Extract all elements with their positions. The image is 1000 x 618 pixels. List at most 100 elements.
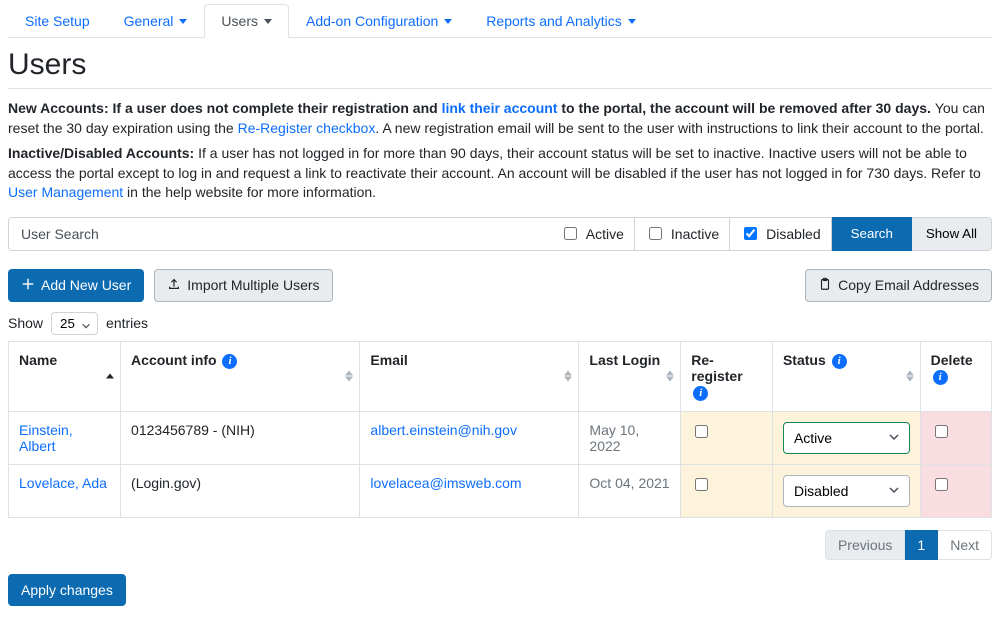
- pagination: Previous 1 Next: [8, 530, 992, 560]
- filter-active[interactable]: Active: [550, 217, 635, 251]
- copy-email-addresses-button[interactable]: Copy Email Addresses: [805, 269, 992, 302]
- info-icon[interactable]: i: [832, 354, 847, 369]
- text: If a user does not complete their regist…: [113, 100, 442, 116]
- col-status-header[interactable]: Status i: [772, 341, 920, 411]
- delete-checkbox[interactable]: [935, 478, 948, 491]
- pagination-next[interactable]: Next: [938, 530, 992, 560]
- header-label: Delete: [931, 352, 973, 368]
- chevron-down-icon: [264, 19, 272, 24]
- user-name-link[interactable]: Einstein, Albert: [19, 422, 73, 454]
- divider: [8, 88, 992, 89]
- active-checkbox[interactable]: [564, 227, 577, 240]
- header-label: Re-register: [691, 352, 742, 384]
- info-icon[interactable]: i: [933, 370, 948, 385]
- chevron-down-icon: [444, 19, 452, 24]
- sort-icon: [564, 371, 572, 382]
- filter-inactive[interactable]: Inactive: [635, 217, 730, 251]
- checkbox-label: Inactive: [671, 226, 719, 242]
- tab-label: Site Setup: [25, 13, 90, 29]
- col-reregister-header: Re-register i: [681, 341, 773, 411]
- clipboard-icon: [818, 277, 832, 294]
- tab-site-setup[interactable]: Site Setup: [8, 4, 107, 38]
- disabled-checkbox[interactable]: [744, 227, 757, 240]
- tab-label: Reports and Analytics: [486, 13, 621, 29]
- pagination-previous[interactable]: Previous: [825, 530, 905, 560]
- plus-icon: [21, 277, 35, 294]
- col-email-header[interactable]: Email: [360, 341, 579, 411]
- footer-actions: Apply changes: [8, 574, 992, 606]
- checkbox-label: Active: [586, 226, 624, 242]
- users-table: Name Account info i Email Last Login Re-…: [8, 341, 992, 518]
- sort-icon: [666, 371, 674, 382]
- inactive-label: Inactive/Disabled Accounts:: [8, 145, 194, 161]
- entries-suffix: entries: [106, 315, 148, 331]
- top-tabs: Site Setup General Users Add-on Configur…: [8, 4, 992, 38]
- button-label: Add New User: [41, 277, 131, 293]
- col-account-info-header[interactable]: Account info i: [121, 341, 360, 411]
- page-title: Users: [8, 48, 992, 82]
- search-button[interactable]: Search: [832, 217, 912, 251]
- col-name-header[interactable]: Name: [9, 341, 121, 411]
- show-all-button[interactable]: Show All: [912, 217, 992, 251]
- tab-addon-configuration[interactable]: Add-on Configuration: [289, 4, 469, 38]
- delete-checkbox[interactable]: [935, 425, 948, 438]
- user-email-link[interactable]: lovelacea@imsweb.com: [370, 475, 521, 491]
- text: to the portal, the account will be remov…: [557, 100, 930, 116]
- info-icon[interactable]: i: [222, 354, 237, 369]
- user-management-link[interactable]: User Management: [8, 184, 123, 200]
- status-select[interactable]: Active: [783, 422, 910, 454]
- sort-icon: [106, 374, 114, 379]
- button-label: Import Multiple Users: [187, 277, 319, 293]
- account-info-cell: (Login.gov): [121, 464, 360, 517]
- col-delete-header: Delete i: [920, 341, 991, 411]
- import-users-button[interactable]: Import Multiple Users: [154, 269, 332, 302]
- reregister-checkbox[interactable]: [695, 478, 708, 491]
- sort-icon: [906, 371, 914, 382]
- link-their-account-link[interactable]: link their account: [442, 100, 558, 116]
- header-label: Last Login: [589, 352, 660, 368]
- header-label: Account info: [131, 352, 217, 368]
- tab-general[interactable]: General: [107, 4, 205, 38]
- new-accounts-label: New Accounts:: [8, 100, 109, 116]
- chevron-down-icon: [179, 19, 187, 24]
- search-input[interactable]: [111, 217, 550, 251]
- upload-icon: [167, 277, 181, 294]
- search-bar: User Search Active Inactive Disabled Sea…: [8, 217, 992, 251]
- intro-text: New Accounts: If a user does not complet…: [8, 99, 992, 203]
- tab-label: Add-on Configuration: [306, 13, 438, 29]
- inactive-checkbox[interactable]: [649, 227, 662, 240]
- show-label: Show: [8, 315, 43, 331]
- status-select[interactable]: Disabled: [783, 475, 910, 507]
- table-row: Einstein, Albert 0123456789 - (NIH) albe…: [9, 411, 992, 464]
- pagination-page-1[interactable]: 1: [905, 530, 938, 560]
- tab-label: General: [124, 13, 174, 29]
- last-login-cell: May 10, 2022: [579, 411, 681, 464]
- filter-disabled[interactable]: Disabled: [730, 217, 831, 251]
- header-label: Email: [370, 352, 407, 368]
- user-name-link[interactable]: Lovelace, Ada: [19, 475, 107, 491]
- new-accounts-paragraph: New Accounts: If a user does not complet…: [8, 99, 992, 138]
- entries-control: Show 25 entries: [8, 312, 992, 335]
- last-login-cell: Oct 04, 2021: [579, 464, 681, 517]
- entries-select[interactable]: 25: [51, 312, 98, 335]
- info-icon[interactable]: i: [693, 386, 708, 401]
- inactive-paragraph: Inactive/Disabled Accounts: If a user ha…: [8, 144, 992, 203]
- tab-users[interactable]: Users: [204, 4, 289, 38]
- sort-icon: [345, 371, 353, 382]
- col-last-login-header[interactable]: Last Login: [579, 341, 681, 411]
- button-label: Copy Email Addresses: [838, 277, 979, 293]
- reregister-checkbox-link[interactable]: Re-Register checkbox: [238, 120, 376, 136]
- search-label: User Search: [8, 217, 111, 251]
- chevron-down-icon: [628, 19, 636, 24]
- header-label: Name: [19, 352, 57, 368]
- user-email-link[interactable]: albert.einstein@nih.gov: [370, 422, 517, 438]
- text: . A new registration email will be sent …: [375, 120, 984, 136]
- tab-label: Users: [221, 13, 258, 29]
- header-label: Status: [783, 352, 826, 368]
- text: in the help website for more information…: [123, 184, 376, 200]
- reregister-checkbox[interactable]: [695, 425, 708, 438]
- toolbar: Add New User Import Multiple Users Copy …: [8, 269, 992, 302]
- add-new-user-button[interactable]: Add New User: [8, 269, 144, 302]
- apply-changes-button[interactable]: Apply changes: [8, 574, 126, 606]
- tab-reports-analytics[interactable]: Reports and Analytics: [469, 4, 652, 38]
